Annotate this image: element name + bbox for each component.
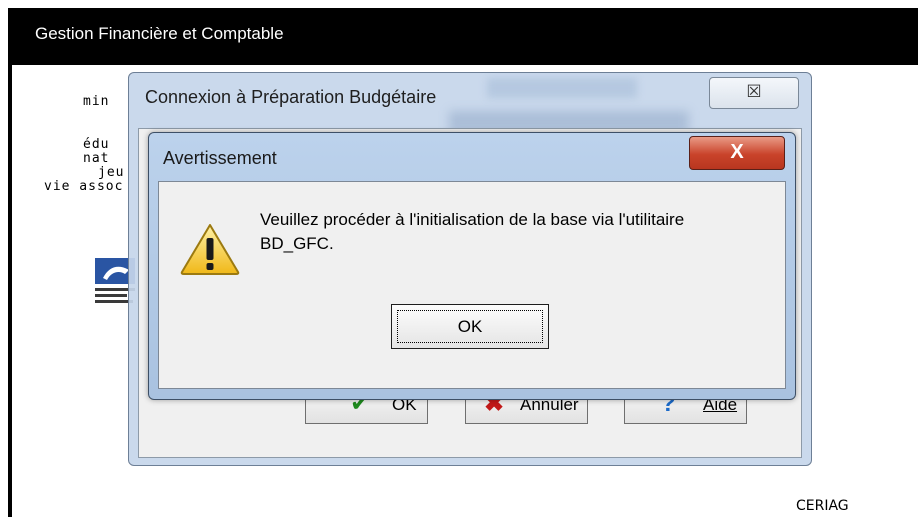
- warning-message: Veuillez procéder à l'initialisation de …: [260, 210, 685, 253]
- warning-close-button[interactable]: X: [689, 136, 785, 170]
- warning-dialog-body: Veuillez procéder à l'initialisation de …: [158, 181, 786, 389]
- blurred-header-text: [487, 78, 637, 98]
- close-icon: ☒: [746, 82, 762, 101]
- connexion-dialog-title: Connexion à Préparation Budgétaire: [145, 87, 437, 107]
- app-left-border: [8, 65, 12, 517]
- warning-icon: [180, 224, 240, 275]
- ministry-line-2: édu: [83, 137, 110, 152]
- warning-dialog: Avertissement X Veuillez procéder à l'in…: [148, 132, 796, 400]
- warning-dialog-title: Avertissement: [163, 148, 277, 168]
- warning-ok-button[interactable]: OK: [391, 304, 549, 349]
- ok-label: OK: [457, 317, 483, 336]
- ministry-line-4: jeu: [98, 165, 125, 180]
- ministry-line-1: min: [83, 94, 110, 109]
- ministry-line-5: vie assoc: [44, 179, 124, 194]
- footer-label: CERIAG: [796, 498, 849, 514]
- connexion-close-button[interactable]: ☒: [709, 77, 799, 109]
- close-icon: X: [730, 141, 744, 163]
- ministry-line-3: nat: [83, 151, 110, 166]
- app-title: Gestion Financière et Comptable: [35, 24, 284, 43]
- app-titlebar: Gestion Financière et Comptable: [8, 8, 918, 65]
